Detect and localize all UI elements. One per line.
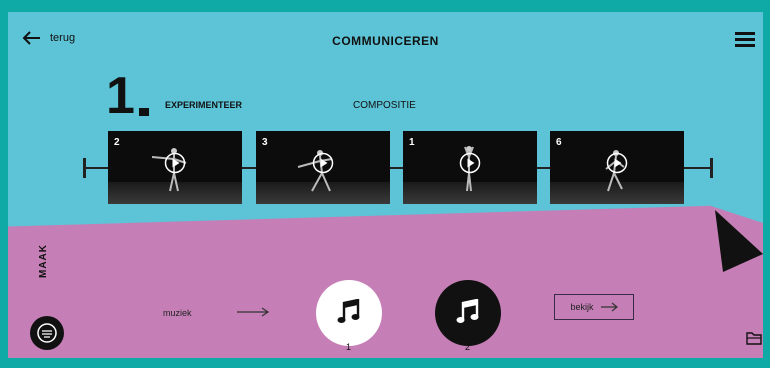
bekijk-button[interactable]: bekijk (554, 294, 634, 320)
music-label: muziek (163, 308, 192, 318)
play-icon[interactable] (606, 152, 628, 174)
note-button-label-2: 2 (465, 342, 471, 352)
clip-number: 6 (556, 137, 562, 148)
clip-number: 2 (114, 137, 120, 148)
video-clip[interactable]: 6 (550, 131, 684, 204)
menu-icon[interactable] (735, 32, 755, 47)
video-clip[interactable]: 3 (256, 131, 390, 204)
page-title: COMMUNICEREN (332, 34, 439, 48)
video-clip[interactable]: 1 (403, 131, 537, 204)
music-note-button-1[interactable] (316, 280, 382, 346)
bekijk-label: bekijk (570, 302, 594, 312)
step-number-dot (139, 108, 149, 116)
clip-number: 3 (262, 137, 268, 148)
app-frame: terug COMMUNICEREN 1 EXPERIMENTEER COMPO… (8, 12, 763, 358)
maak-badge[interactable] (30, 316, 64, 350)
step-number: 1 (106, 67, 135, 125)
maak-icon (37, 323, 57, 343)
clip-number: 1 (409, 137, 415, 148)
tab-experimenteer[interactable]: EXPERIMENTEER (165, 100, 242, 110)
music-note-icon (337, 299, 360, 323)
timeline-end-cap (710, 158, 713, 178)
timeline-start-cap (83, 158, 86, 178)
note-button-label-1: 1 (346, 342, 352, 352)
arrow-right-icon (600, 302, 618, 312)
play-icon[interactable] (164, 152, 186, 174)
folder-icon[interactable] (746, 330, 762, 346)
music-note-icon (456, 299, 479, 323)
music-note-button-2[interactable] (435, 280, 501, 346)
maak-label: MAAK (38, 244, 49, 278)
arrow-right-icon (237, 307, 270, 317)
play-icon[interactable] (459, 152, 481, 174)
tab-compositie[interactable]: COMPOSITIE (353, 100, 416, 111)
video-clip[interactable]: 2 (108, 131, 242, 204)
play-icon[interactable] (312, 152, 334, 174)
corner-triangle (715, 210, 763, 272)
